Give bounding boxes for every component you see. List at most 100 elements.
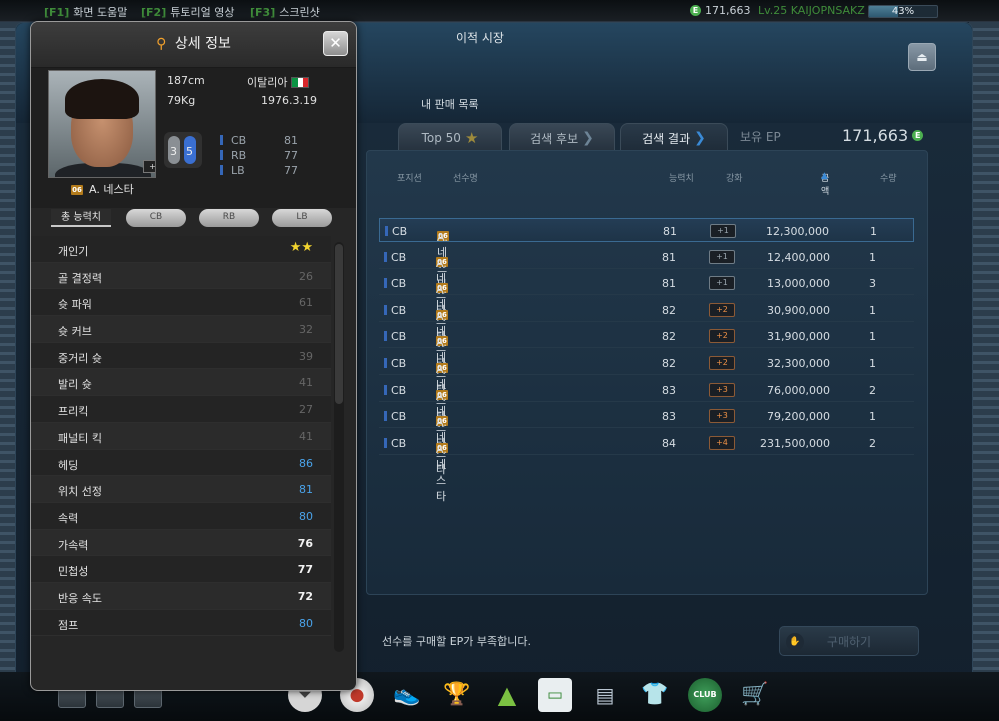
- col-enhance[interactable]: 강화: [726, 171, 743, 184]
- row-qty: 3: [869, 277, 876, 291]
- sort-up-icon: ▲: [821, 171, 828, 181]
- position-rating-rb: RB 77: [220, 149, 298, 162]
- col-qty[interactable]: 수량: [880, 171, 897, 184]
- screenshot-key: [F3]: [250, 5, 276, 19]
- jersey-icon[interactable]: 👕: [638, 678, 672, 712]
- stat-row: 반응 속도 72: [31, 582, 331, 610]
- position-marker: [384, 411, 387, 422]
- stat-value: 80: [299, 616, 313, 630]
- owned-ep-label: 보유 EP: [740, 130, 781, 144]
- strong-foot-value: 5: [186, 145, 193, 158]
- position-marker: [384, 384, 387, 395]
- row-ovr: 83: [662, 383, 676, 397]
- tab-search-candidates-label: 검색 후보: [530, 131, 579, 146]
- stat-row: 슛 파워 61: [31, 289, 331, 317]
- boots-icon[interactable]: 👟: [390, 678, 424, 712]
- tutorial-key: [F2]: [141, 5, 167, 19]
- stat-value: 77: [297, 563, 313, 577]
- row-position: CB: [391, 357, 407, 370]
- row-ovr: 83: [662, 410, 676, 424]
- row-price: 231,500,000: [760, 436, 830, 450]
- star-icon: ★: [464, 129, 479, 147]
- italy-flag-icon: [291, 76, 310, 88]
- table-row[interactable]: CB06A. 네스타81+112,300,0001: [379, 218, 914, 291]
- eject-button[interactable]: ⏏: [908, 43, 936, 71]
- close-button[interactable]: ✕: [323, 31, 348, 56]
- search-icon: ⚲: [156, 36, 167, 52]
- stat-value: 86: [299, 456, 313, 470]
- screenshot-shortcut[interactable]: [F3] 스크린샷: [250, 4, 320, 20]
- row-position: CB: [391, 250, 407, 264]
- row-position: CB: [391, 303, 407, 317]
- row-position: CB: [391, 330, 407, 344]
- stadium-icon[interactable]: ▭: [538, 678, 572, 712]
- row-price: 13,000,000: [767, 277, 830, 291]
- stat-value: 39: [299, 349, 313, 363]
- table-row[interactable]: CB06A. 네스타81+112,400,0001: [379, 245, 914, 317]
- row-name: A. 네스타: [436, 442, 447, 503]
- owned-ep-value: 171,663: [842, 126, 909, 145]
- position-rating-lb: LB 77: [220, 164, 298, 177]
- row-ovr: 84: [662, 436, 676, 450]
- stat-label: 패널티 킥: [58, 431, 102, 445]
- player-detail-popup: ⚲ 상세 정보 ✕ +1 06 A. 네스타 187cm 79Kg 이탈리아 19…: [30, 21, 357, 691]
- season-badge: 06: [71, 185, 83, 195]
- stat-scrollbar[interactable]: [334, 242, 344, 652]
- tab-cb[interactable]: CB: [126, 209, 186, 227]
- position-marker: [384, 437, 387, 448]
- club-icon[interactable]: CLUB: [688, 678, 722, 712]
- stat-label: 헤딩: [58, 458, 79, 472]
- tutorial-shortcut[interactable]: [F2] 튜토리얼 영상: [141, 4, 234, 20]
- stat-row: 점프 80: [31, 609, 331, 637]
- tab-search-candidates[interactable]: 검색 후보 ❯: [509, 123, 615, 153]
- pos-label: RB: [231, 149, 247, 162]
- notebook-icon[interactable]: ▤: [588, 678, 622, 712]
- help-shortcut[interactable]: [F1] 화면 도움말: [44, 4, 127, 20]
- tab-lb[interactable]: LB: [272, 209, 332, 227]
- table-row[interactable]: CB 06 A. 네스타 83 +3 79,200,000 1: [379, 404, 914, 476]
- tab-rb[interactable]: RB: [199, 209, 259, 227]
- user-level: Lv.25 KAIJOPNSAKZ: [758, 4, 865, 17]
- buy-button[interactable]: ✋ 구매하기: [779, 626, 919, 656]
- tab-total-ability[interactable]: 총 능력치: [51, 209, 111, 227]
- table-row[interactable]: CB06A. 네스타83+376,000,0002: [379, 378, 914, 450]
- tab-search-results[interactable]: 검색 결과 ❯: [620, 123, 728, 153]
- col-ovr[interactable]: 능력치: [669, 171, 694, 184]
- player-name-text: A. 네스타: [89, 183, 134, 196]
- stat-label: 위치 선정: [58, 485, 102, 499]
- stat-value: 32: [299, 323, 313, 337]
- table-row[interactable]: CB06A. 네스타81+113,000,0003: [379, 271, 914, 343]
- ranking-icon[interactable]: ▲: [490, 678, 524, 712]
- pos-value: 77: [284, 164, 298, 177]
- stat-value: 72: [297, 589, 313, 603]
- row-qty: 1: [869, 250, 876, 264]
- scroll-thumb[interactable]: [335, 244, 343, 404]
- col-name[interactable]: 선수명: [453, 171, 478, 184]
- position-marker: [385, 226, 388, 236]
- table-row[interactable]: CB06A. 네스타82+232,300,0001: [379, 351, 914, 423]
- stat-value: 81: [299, 483, 313, 497]
- trophy-icon[interactable]: 🏆: [440, 678, 474, 712]
- pos-label: CB: [231, 134, 247, 147]
- stat-value: 26: [299, 269, 313, 283]
- cart-icon[interactable]: 🛒: [738, 678, 772, 712]
- player-name: 06 A. 네스타: [71, 181, 134, 197]
- table-row[interactable]: CB06A. 네스타82+230,900,0001: [379, 298, 914, 370]
- row-enhance-badge: +3: [709, 409, 735, 424]
- nation-name: 이탈리아: [247, 76, 288, 89]
- table-row[interactable]: CB 06 A. 네스타 84 +4 231,500,000 2: [379, 431, 914, 503]
- stat-label: 개인기: [58, 245, 89, 258]
- tab-top50[interactable]: Top 50 ★: [398, 123, 502, 153]
- row-ovr: 81: [663, 225, 677, 238]
- stat-label: 점프: [58, 618, 79, 632]
- row-price: 12,400,000: [767, 250, 830, 264]
- sell-list-tab[interactable]: 내 판매 목록: [421, 96, 479, 112]
- hair-shape: [65, 79, 139, 119]
- ep-coin-icon: E: [912, 130, 924, 141]
- chevron-right-icon: ❯: [582, 130, 594, 146]
- stat-label: 가속력: [58, 538, 89, 552]
- row-price: 30,900,000: [767, 303, 830, 317]
- screenshot-label: 스크린샷: [279, 6, 320, 19]
- col-position[interactable]: 포지션: [397, 171, 422, 184]
- table-row[interactable]: CB06A. 네스타82+231,900,0001: [379, 324, 914, 396]
